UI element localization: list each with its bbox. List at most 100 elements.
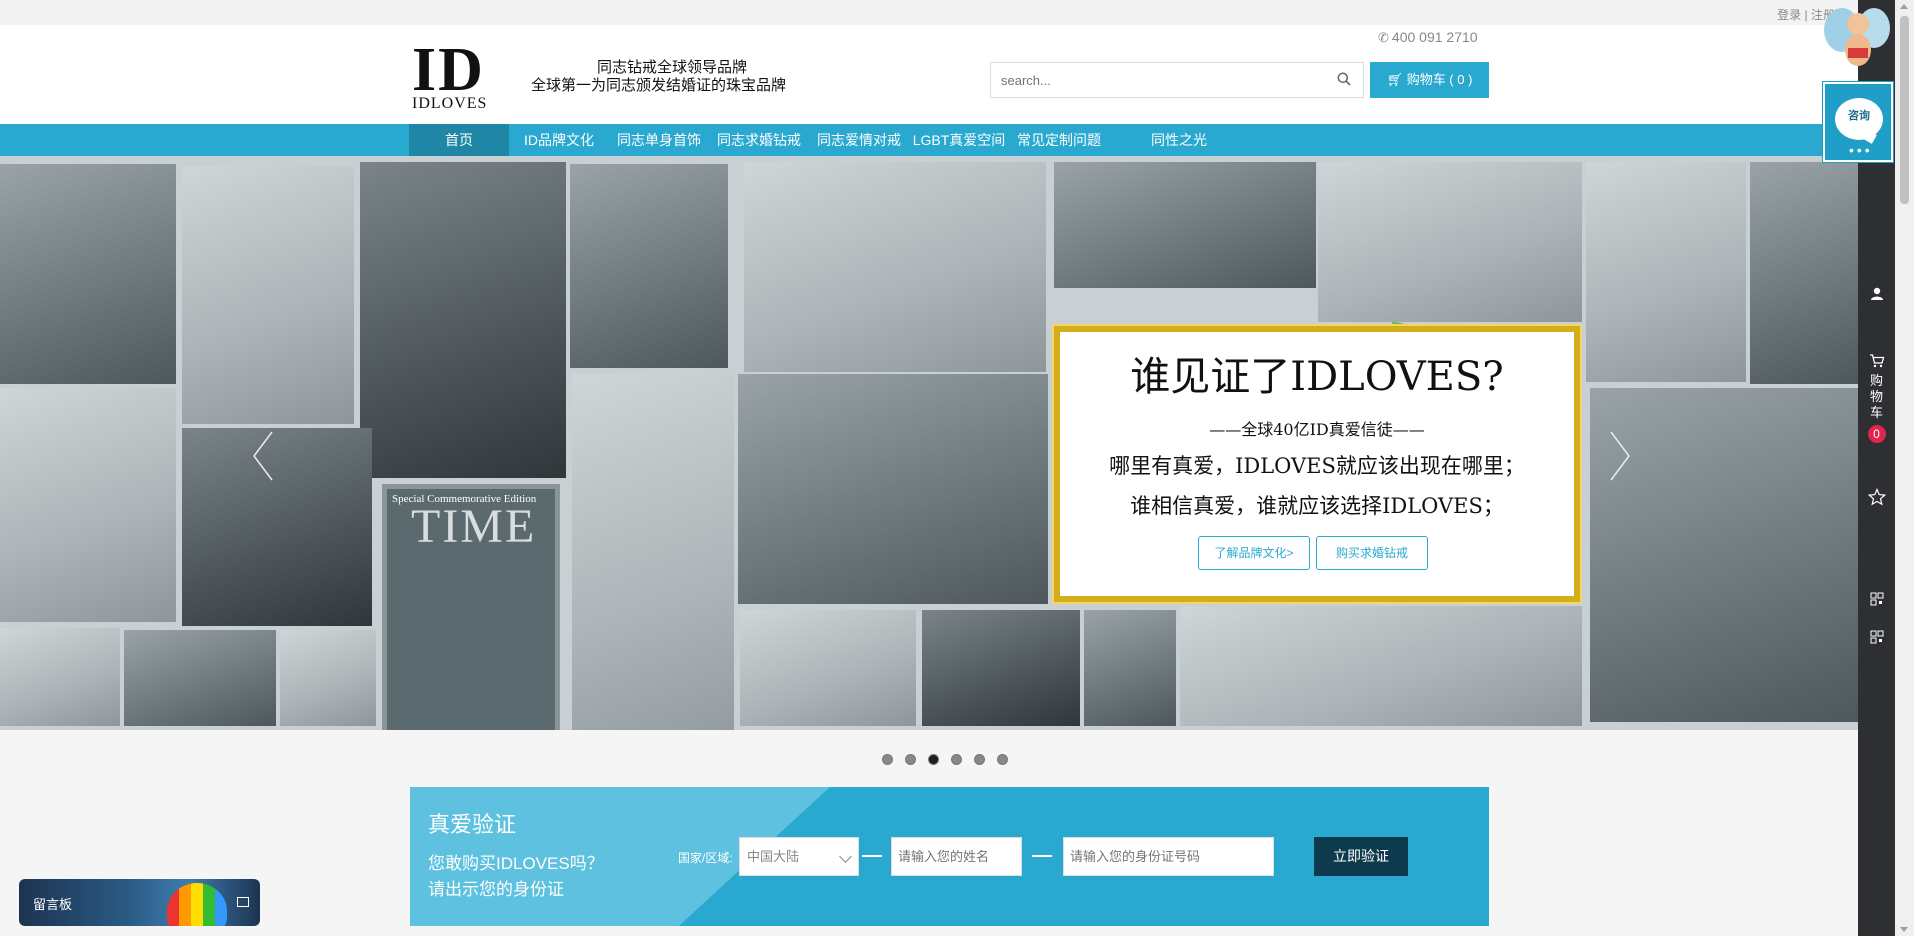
carousel-dot[interactable] bbox=[997, 754, 1008, 765]
verify-desc-line-2: 请出示您的身份证 bbox=[428, 880, 564, 899]
collage-photo bbox=[1750, 162, 1858, 384]
brand-culture-button[interactable]: 了解品牌文化> bbox=[1198, 536, 1310, 570]
page-scrollbar[interactable] bbox=[1895, 0, 1914, 936]
collage-photo bbox=[1318, 162, 1582, 322]
consult-widget[interactable]: 咨询 ••• bbox=[1823, 82, 1893, 162]
scrollbar-thumb[interactable] bbox=[1900, 16, 1909, 204]
carousel-dot[interactable] bbox=[951, 754, 962, 765]
slogan-line-1: 同志钻戒全球领导品牌 bbox=[597, 58, 748, 76]
field-separator bbox=[862, 855, 882, 857]
logo-word: IDLOVES bbox=[412, 95, 488, 112]
slogan-line-2: 全球第一为同志颁发结婚证的珠宝品牌 bbox=[531, 76, 787, 94]
cupid-decoration-icon bbox=[1824, 8, 1890, 66]
chat-dots-icon: ••• bbox=[1849, 142, 1873, 158]
collage-photo bbox=[182, 166, 354, 424]
nav-item-home[interactable]: 首页 bbox=[409, 124, 509, 156]
scroll-up-icon[interactable] bbox=[1900, 4, 1908, 9]
collage-photo bbox=[360, 162, 566, 478]
name-input[interactable] bbox=[891, 837, 1022, 876]
banner-line-2: 谁相信真爱，谁就应该选择IDLOVES； bbox=[1130, 494, 1504, 518]
collage-photo bbox=[1586, 162, 1746, 382]
hotline: ✆ 400 091 2710 bbox=[1378, 29, 1478, 46]
verify-now-button[interactable]: 立即验证 bbox=[1314, 837, 1408, 876]
nav-item-proposal-rings[interactable]: 同志求婚钻戒 bbox=[709, 124, 809, 156]
banner-next-arrow-icon[interactable] bbox=[1605, 426, 1635, 486]
search-icon[interactable] bbox=[1337, 72, 1351, 86]
logo-mark: ID bbox=[412, 36, 485, 104]
scroll-down-icon[interactable] bbox=[1900, 927, 1908, 932]
sidebar-cart-char: 车 bbox=[1869, 405, 1883, 420]
login-link[interactable]: 登录 bbox=[1777, 8, 1801, 22]
collage-photo bbox=[740, 610, 916, 726]
cart-button-label: 购物车 ( 0 ) bbox=[1406, 72, 1473, 87]
message-board-widget[interactable]: 留言板 bbox=[19, 879, 260, 926]
banner-prev-arrow-icon[interactable] bbox=[248, 426, 278, 486]
id-number-input[interactable] bbox=[1063, 837, 1274, 876]
cart-icon bbox=[1869, 354, 1884, 368]
verify-desc-line-1: 您敢购买IDLOVES吗？ bbox=[428, 854, 604, 873]
collage-photo bbox=[1084, 610, 1176, 726]
site-header: ID IDLOVES 同志钻戒全球领导品牌 全球第一为同志颁发结婚证的珠宝品牌 … bbox=[0, 25, 1858, 124]
buy-proposal-ring-button[interactable]: 购买求婚钻戒 bbox=[1316, 536, 1428, 570]
carousel-dot-active[interactable] bbox=[928, 754, 939, 765]
time-cover-title: TIME bbox=[411, 500, 537, 553]
region-select-value: 中国大陆 bbox=[747, 849, 800, 864]
banner-subtitle: ——全球40亿ID真爱信徒—— bbox=[1209, 420, 1425, 439]
cart-count-badge: 0 bbox=[1867, 425, 1886, 443]
banner-line-1: 哪里有真爱，IDLOVES就应该出现在哪里； bbox=[1109, 454, 1525, 478]
message-board-label: 留言板 bbox=[33, 897, 73, 912]
expand-window-icon[interactable] bbox=[237, 897, 249, 907]
chevron-down-icon bbox=[839, 850, 852, 863]
nav-item-pride-light[interactable]: 同性之光 bbox=[1109, 124, 1249, 156]
collage-photo bbox=[0, 628, 120, 726]
sidebar-cart[interactable]: 购 物 车 0 bbox=[1858, 354, 1895, 443]
carousel-dot[interactable] bbox=[882, 754, 893, 765]
collage-photo bbox=[1180, 606, 1582, 726]
carousel-dot[interactable] bbox=[905, 754, 916, 765]
carousel-dot[interactable] bbox=[974, 754, 985, 765]
sidebar-cart-char: 购 bbox=[1869, 373, 1883, 388]
collage-photo bbox=[0, 164, 176, 384]
nav-item-single-jewelry[interactable]: 同志单身首饰 bbox=[609, 124, 709, 156]
search-box bbox=[990, 62, 1364, 98]
verify-description: 您敢购买IDLOVES吗？ 请出示您的身份证 bbox=[428, 851, 604, 903]
cart-icon: 🛒︎ bbox=[1386, 72, 1407, 87]
favorite-star-icon[interactable] bbox=[1858, 487, 1895, 511]
collage-photo bbox=[738, 374, 1048, 604]
cart-button[interactable]: 🛒︎ 购物车 ( 0 ) bbox=[1370, 62, 1489, 98]
collage-photo bbox=[570, 164, 728, 368]
hot-air-balloon-icon bbox=[167, 883, 227, 926]
love-verification-panel: 真爱验证 您敢购买IDLOVES吗？ 请出示您的身份证 国家/区域: 中国大陆 … bbox=[410, 787, 1489, 926]
field-separator bbox=[1032, 855, 1052, 857]
collage-photo bbox=[1054, 162, 1316, 288]
nav-item-brand-culture[interactable]: ID品牌文化 bbox=[509, 124, 609, 156]
sidebar-cart-char: 物 bbox=[1869, 389, 1883, 404]
qr-code-icon[interactable] bbox=[1858, 630, 1895, 649]
collage-photo bbox=[922, 610, 1080, 726]
user-icon[interactable] bbox=[1858, 286, 1895, 307]
region-label: 国家/区域: bbox=[678, 851, 733, 865]
nav-item-lgbt-space[interactable]: LGBT真爱空间 bbox=[909, 124, 1009, 156]
banner-title: 谁见证了IDLOVES? bbox=[1130, 354, 1504, 400]
collage-photo bbox=[280, 630, 376, 726]
brand-slogan: 同志钻戒全球领导品牌 全球第一为同志颁发结婚证的珠宝品牌 bbox=[531, 58, 786, 94]
collage-photo bbox=[572, 374, 734, 730]
region-select[interactable]: 中国大陆 bbox=[739, 837, 859, 876]
hotline-number: 400 091 2710 bbox=[1391, 29, 1478, 45]
qr-code-icon[interactable] bbox=[1858, 592, 1895, 611]
main-nav: 首页 ID品牌文化 同志单身首饰 同志求婚钻戒 同志爱情对戒 LGBT真爱空间 … bbox=[0, 124, 1858, 156]
collage-photo bbox=[0, 388, 176, 622]
collage-photo bbox=[744, 162, 1046, 372]
hero-banner[interactable]: Special Commemorative Edition TIME 谁见证了I… bbox=[0, 156, 1858, 730]
link-separator: | bbox=[1804, 8, 1808, 22]
phone-icon: ✆ bbox=[1378, 30, 1389, 45]
time-magazine-cover: Special Commemorative Edition TIME bbox=[382, 484, 560, 730]
nav-item-custom-faq[interactable]: 常见定制问题 bbox=[1009, 124, 1109, 156]
nav-item-couple-rings[interactable]: 同志爱情对戒 bbox=[809, 124, 909, 156]
collage-photo bbox=[124, 630, 276, 726]
search-input[interactable] bbox=[991, 63, 1311, 97]
banner-message-box: 谁见证了IDLOVES? ——全球40亿ID真爱信徒—— 哪里有真爱，IDLOV… bbox=[1052, 324, 1582, 604]
top-bar: 登录 | 注册 bbox=[0, 0, 1858, 25]
verify-title: 真爱验证 bbox=[428, 812, 517, 837]
site-logo[interactable]: ID IDLOVES bbox=[412, 39, 517, 112]
